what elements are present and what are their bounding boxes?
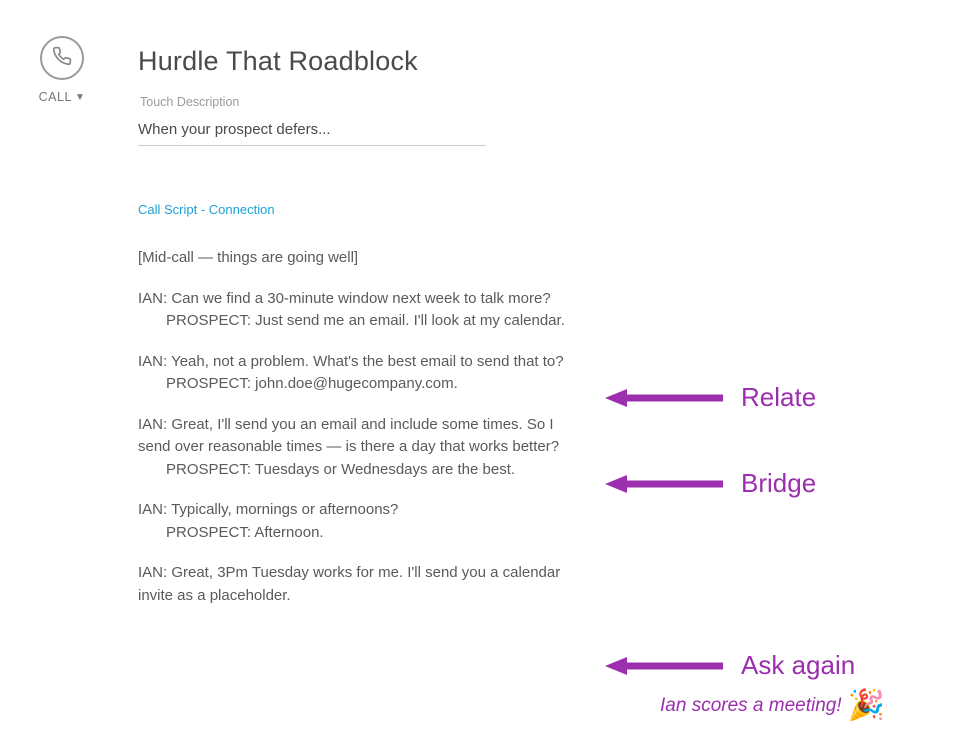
script-intro: [Mid-call — things are going well]	[138, 247, 588, 270]
page-title: Hurdle That Roadblock	[138, 46, 975, 77]
arrow-left-icon	[605, 387, 725, 409]
script-line-prospect2: PROSPECT: john.doe@hugecompany.com.	[138, 373, 588, 396]
annotation-bridge: Bridge	[605, 468, 816, 499]
party-popper-icon: 🎉	[848, 688, 885, 723]
call-type-dropdown[interactable]: CALL ▼	[39, 90, 86, 104]
touch-description-field-wrap	[138, 121, 486, 146]
annotation-relate-label: Relate	[741, 382, 816, 413]
script-line-ian1: IAN: Can we find a 30-minute window next…	[138, 288, 588, 311]
script-line-ian4: IAN: Typically, mornings or afternoons?	[138, 499, 588, 522]
script-line-prospect1: PROSPECT: Just send me an email. I'll lo…	[138, 310, 588, 333]
script-line-prospect3: PROSPECT: Tuesdays or Wednesdays are the…	[138, 459, 588, 482]
annotation-subnote: Ian scores a meeting! 🎉	[660, 688, 885, 723]
call-script-body: [Mid-call — things are going well] IAN: …	[138, 247, 588, 607]
script-line-ian5a: IAN: Great, 3Pm Tuesday works for me. I'…	[138, 562, 588, 585]
call-label: CALL	[39, 90, 72, 104]
sidebar: CALL ▼	[30, 36, 94, 104]
annotation-ask-again-label: Ask again	[741, 650, 855, 681]
script-line-ian3a: IAN: Great, I'll send you an email and i…	[138, 414, 588, 437]
script-line-ian2: IAN: Yeah, not a problem. What's the bes…	[138, 351, 588, 374]
script-line-ian3b: send over reasonable times — is there a …	[138, 436, 588, 459]
phone-icon	[52, 46, 72, 71]
arrow-left-icon	[605, 473, 725, 495]
annotation-bridge-label: Bridge	[741, 468, 816, 499]
touch-description-label: Touch Description	[140, 95, 975, 109]
main-content: Hurdle That Roadblock Touch Description …	[138, 46, 975, 607]
touch-description-input[interactable]	[138, 121, 486, 138]
subnote-text: Ian scores a meeting!	[660, 695, 842, 717]
script-line-prospect4: PROSPECT: Afternoon.	[138, 522, 588, 545]
annotation-relate: Relate	[605, 382, 816, 413]
chevron-down-icon: ▼	[75, 92, 85, 103]
script-line-ian5b: invite as a placeholder.	[138, 585, 588, 608]
arrow-left-icon	[605, 655, 725, 677]
call-icon-button[interactable]	[40, 36, 84, 80]
annotation-ask-again: Ask again	[605, 650, 855, 681]
call-script-link[interactable]: Call Script - Connection	[138, 202, 275, 217]
